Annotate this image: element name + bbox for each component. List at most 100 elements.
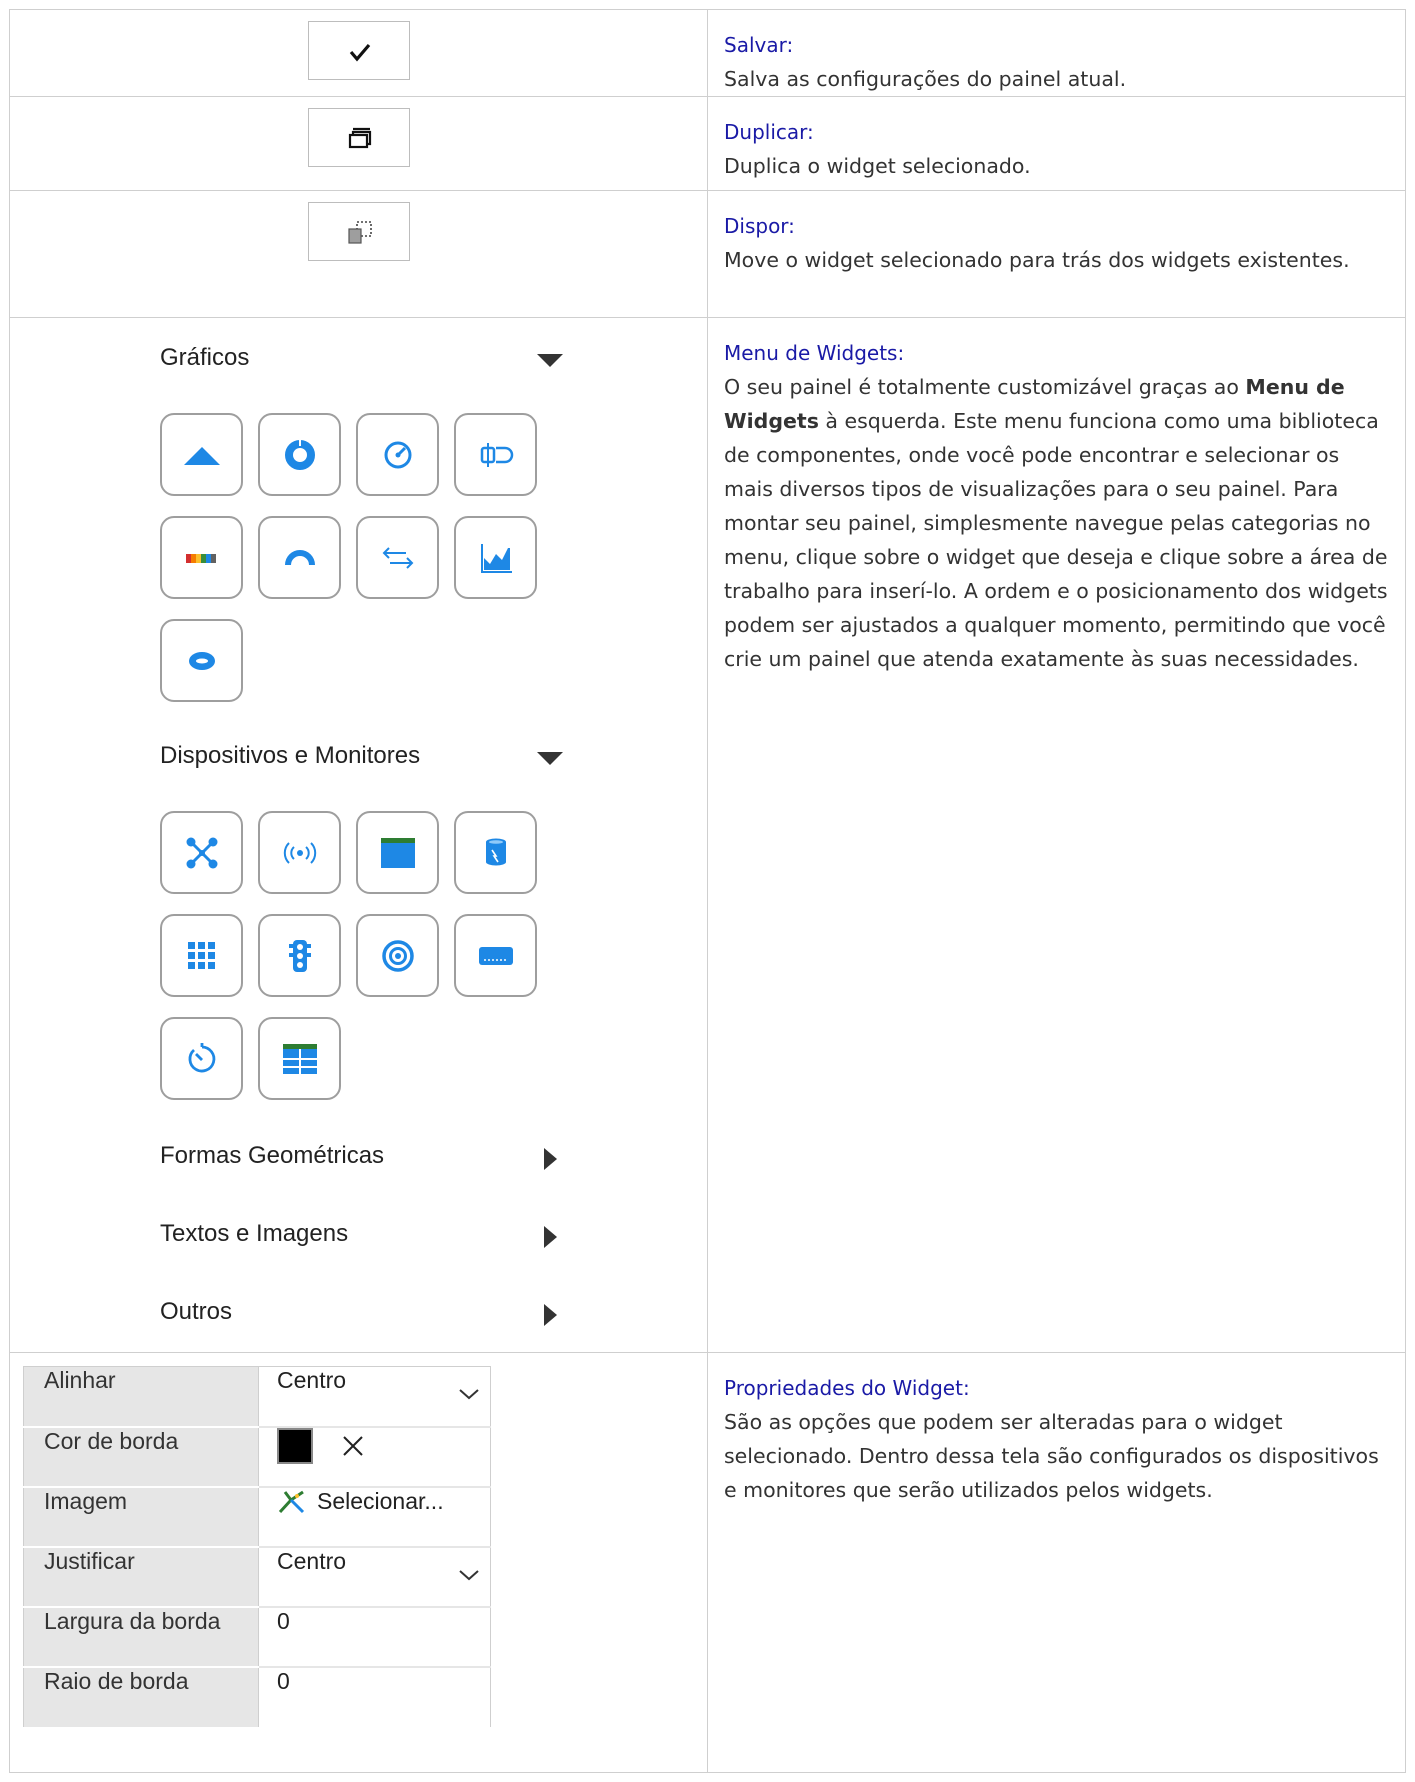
widget-database[interactable] xyxy=(454,811,537,894)
toolbar-cell xyxy=(9,9,708,97)
widget-menu: Gráficos Dispositivos e Monitores Formas… xyxy=(10,318,707,1343)
property-label: Justificar xyxy=(23,1546,259,1608)
gauge-icon xyxy=(384,441,411,468)
widget-area-series[interactable] xyxy=(454,516,537,599)
traffic-light-icon xyxy=(288,939,311,972)
category-graficos-title[interactable]: Gráficos xyxy=(160,344,249,372)
widget-network[interactable] xyxy=(160,811,243,894)
image-select-button[interactable]: Selecionar... xyxy=(258,1486,491,1548)
widget-donut-chart[interactable] xyxy=(258,413,341,496)
timer-icon xyxy=(188,1042,215,1072)
chevron-down-icon xyxy=(459,1389,479,1400)
widget-badge[interactable] xyxy=(454,914,537,997)
toolbar-cell xyxy=(9,190,708,318)
check-icon xyxy=(349,43,370,62)
target-icon xyxy=(381,939,414,972)
term-description: Salva as configurações do painel atual. xyxy=(724,67,1127,91)
widget-ellipse[interactable] xyxy=(160,619,243,702)
border-width-input[interactable]: 0 xyxy=(258,1606,491,1668)
widget-target[interactable] xyxy=(356,914,439,997)
caret-right-icon[interactable] xyxy=(544,1148,557,1170)
area-series-icon xyxy=(480,543,512,573)
description-cell: Dispor: Move o widget selecionado para t… xyxy=(707,190,1406,318)
duplicate-icon xyxy=(348,127,371,149)
documentation-table: Salvar: Salva as configurações do painel… xyxy=(9,9,1406,1773)
caret-right-icon[interactable] xyxy=(544,1226,557,1248)
widget-toggle[interactable] xyxy=(454,413,537,496)
term-description: São as opções que podem ser alteradas pa… xyxy=(724,1410,1379,1502)
widget-table[interactable] xyxy=(258,1017,341,1100)
ellipse-icon xyxy=(188,651,215,670)
property-label: Cor de borda xyxy=(23,1426,259,1488)
term-description: Move o widget selecionado para trás dos … xyxy=(724,248,1350,272)
widget-timer[interactable] xyxy=(160,1017,243,1100)
property-row: Imagem Selecionar... xyxy=(23,1486,491,1548)
category-textos-title[interactable]: Textos e Imagens xyxy=(160,1220,348,1248)
term-title: Propriedades do Widget: xyxy=(724,1376,970,1400)
align-select[interactable]: Centro xyxy=(258,1366,491,1428)
properties-cell: Alinhar Centro Cor de borda Imagem Selec… xyxy=(9,1352,708,1773)
toolbar-cell xyxy=(9,96,708,191)
property-label: Raio de borda xyxy=(23,1666,259,1727)
category-formas-title[interactable]: Formas Geométricas xyxy=(160,1142,384,1170)
border-color-field xyxy=(258,1426,491,1488)
category-outros-title[interactable]: Outros xyxy=(160,1298,232,1326)
widget-window[interactable] xyxy=(356,811,439,894)
property-row: Cor de borda xyxy=(23,1426,491,1488)
category-dispositivos-title[interactable]: Dispositivos e Monitores xyxy=(160,742,420,770)
description-cell: Menu de Widgets: O seu painel é totalmen… xyxy=(707,317,1406,1353)
desc-part: à esquerda. Este menu funciona como uma … xyxy=(724,409,1388,671)
duplicate-button[interactable] xyxy=(307,108,410,167)
color-swatch[interactable] xyxy=(277,1427,313,1464)
chevron-down-icon xyxy=(459,1569,479,1580)
save-button[interactable] xyxy=(307,21,410,80)
network-icon xyxy=(186,837,217,868)
term-title: Salvar: xyxy=(724,33,794,57)
table-icon xyxy=(282,1043,317,1074)
badge-icon xyxy=(478,946,513,965)
arrows-exchange-icon xyxy=(382,546,413,569)
border-radius-input[interactable]: 0 xyxy=(258,1666,491,1727)
color-bar-icon xyxy=(185,553,216,563)
widget-broadcast[interactable] xyxy=(258,811,341,894)
widget-half-gauge[interactable] xyxy=(258,516,341,599)
widget-traffic-light[interactable] xyxy=(258,914,341,997)
widget-gauge[interactable] xyxy=(356,413,439,496)
widget-area-chart[interactable] xyxy=(160,413,243,496)
term-title: Dispor: xyxy=(724,214,795,238)
image-picker-icon xyxy=(278,1491,305,1514)
property-label: Imagem xyxy=(23,1486,259,1548)
widget-arrows-exchange[interactable] xyxy=(356,516,439,599)
properties-grid: Alinhar Centro Cor de borda Imagem Selec… xyxy=(23,1366,491,1727)
broadcast-icon xyxy=(283,841,316,864)
arrange-button[interactable] xyxy=(307,202,410,261)
property-label: Largura da borda xyxy=(23,1606,259,1668)
toggle-icon xyxy=(480,442,513,467)
widget-grid[interactable] xyxy=(160,914,243,997)
property-label: Alinhar xyxy=(23,1366,259,1428)
term-title: Duplicar: xyxy=(724,120,814,144)
grid-icon xyxy=(187,941,215,969)
widget-menu-cell: Gráficos Dispositivos e Monitores Formas… xyxy=(9,317,708,1353)
property-row: Largura da borda 0 xyxy=(23,1606,491,1668)
half-gauge-icon xyxy=(284,549,315,565)
caret-down-icon[interactable] xyxy=(537,354,563,367)
property-row: Alinhar Centro xyxy=(23,1366,491,1428)
clear-icon[interactable] xyxy=(341,1434,365,1458)
desc-part: O seu painel é totalmente customizável g… xyxy=(724,375,1246,399)
property-value: Centro xyxy=(277,1547,347,1574)
donut-chart-icon xyxy=(284,437,315,470)
description-cell: Salvar: Salva as configurações do painel… xyxy=(707,9,1406,97)
property-value: Selecionar... xyxy=(317,1487,444,1514)
properties-panel: Alinhar Centro Cor de borda Imagem Selec… xyxy=(10,1353,707,1771)
description-cell: Duplicar: Duplica o widget selecionado. xyxy=(707,96,1406,191)
description-cell: Propriedades do Widget: São as opções qu… xyxy=(707,1352,1406,1773)
window-icon xyxy=(380,837,415,868)
area-chart-icon xyxy=(183,446,220,465)
widget-color-bar[interactable] xyxy=(160,516,243,599)
term-description: O seu painel é totalmente customizável g… xyxy=(724,370,1389,676)
justify-select[interactable]: Centro xyxy=(258,1546,491,1608)
caret-right-icon[interactable] xyxy=(544,1304,557,1326)
term-title: Menu de Widgets: xyxy=(724,341,905,365)
caret-down-icon[interactable] xyxy=(537,752,563,765)
